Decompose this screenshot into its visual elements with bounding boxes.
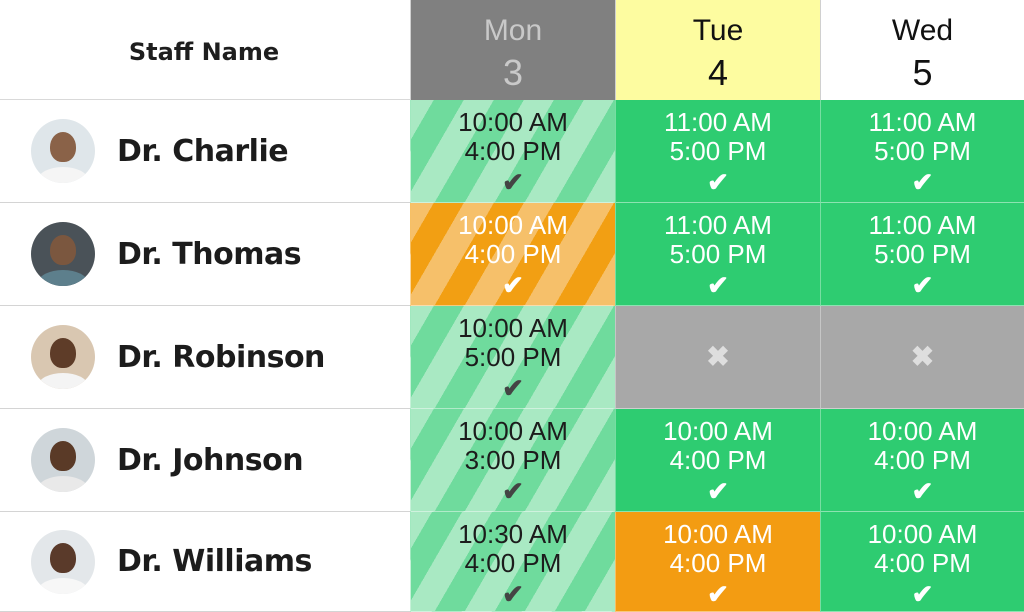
shift-cell[interactable]: 10:00 AM 4:00 PM ✔ (615, 512, 820, 612)
shift-cell[interactable]: 11:00 AM 5:00 PM ✔ (820, 203, 1024, 306)
shift-cell[interactable]: 10:30 AM 4:00 PM ✔ (410, 512, 615, 612)
cross-icon: ✖ (706, 341, 730, 372)
avatar-body (38, 270, 88, 286)
shift-start: 10:00 AM (458, 416, 568, 446)
check-icon: ✔ (911, 579, 934, 609)
staff-row-dr-thomas[interactable]: Dr. Thomas (0, 203, 410, 306)
shift-end: 3:00 PM (464, 445, 562, 475)
shift-end: 4:00 PM (669, 548, 767, 578)
avatar (31, 222, 95, 286)
day-name: Tue (692, 14, 744, 47)
day-number: 3 (502, 52, 524, 93)
shift-start: 11:00 AM (868, 107, 977, 137)
staff-name: Dr. Charlie (117, 133, 289, 169)
shift-start: 10:00 AM (458, 210, 568, 240)
shift-end: 4:00 PM (464, 239, 562, 269)
check-icon: ✔ (502, 270, 524, 300)
avatar-head (50, 441, 76, 471)
avatar (31, 119, 95, 183)
shift-cell[interactable]: 11:00 AM 5:00 PM ✔ (820, 100, 1024, 203)
staff-name: Dr. Robinson (117, 339, 325, 375)
avatar-body (38, 167, 88, 183)
day-header-tue[interactable]: Tue 4 (615, 0, 820, 100)
shift-cell[interactable]: 11:00 AM 5:00 PM ✔ (615, 100, 820, 203)
day-header-mon[interactable]: Mon 3 (410, 0, 615, 100)
avatar (31, 529, 95, 594)
staff-schedule-grid: Staff Name Mon 3 Tue 4 Wed 5 Dr. Charlie… (0, 0, 1024, 612)
shift-end: 4:00 PM (464, 136, 562, 166)
shift-end: 4:00 PM (874, 548, 971, 578)
avatar-body (38, 577, 88, 594)
shift-end: 5:00 PM (669, 239, 767, 269)
shift-end: 5:00 PM (874, 136, 971, 166)
check-icon: ✔ (502, 476, 524, 506)
avatar (31, 325, 95, 389)
check-icon: ✔ (707, 270, 729, 300)
avatar-head (50, 132, 76, 162)
staff-row-dr-williams[interactable]: Dr. Williams (0, 512, 410, 612)
shift-cell[interactable]: 10:00 AM 4:00 PM ✔ (820, 512, 1024, 612)
shift-start: 10:00 AM (663, 416, 773, 446)
shift-cell[interactable]: ✖ (615, 306, 820, 409)
staff-name: Dr. Thomas (117, 236, 302, 272)
shift-start: 10:00 AM (663, 519, 773, 549)
staff-name-header-label: Staff Name (128, 37, 280, 66)
avatar-body (38, 373, 88, 389)
day-number: 5 (912, 52, 933, 93)
shift-start: 10:30 AM (458, 519, 568, 549)
check-icon: ✔ (911, 476, 934, 506)
shift-cell[interactable]: 10:00 AM 3:00 PM ✔ (410, 409, 615, 512)
day-number: 4 (707, 52, 729, 93)
avatar-head (50, 338, 76, 368)
check-icon: ✔ (707, 579, 729, 609)
shift-start: 11:00 AM (868, 210, 977, 240)
shift-cell[interactable]: 10:00 AM 4:00 PM ✔ (615, 409, 820, 512)
staff-name: Dr. Williams (117, 544, 312, 579)
shift-start: 10:00 AM (458, 313, 568, 343)
shift-cell[interactable]: 10:00 AM 4:00 PM ✔ (410, 203, 615, 306)
avatar-head (50, 235, 76, 265)
shift-cell[interactable]: 10:00 AM 4:00 PM ✔ (820, 409, 1024, 512)
day-name: Mon (483, 14, 543, 47)
shift-start: 11:00 AM (664, 210, 772, 240)
shift-start: 10:00 AM (867, 416, 978, 446)
shift-cell[interactable]: ✖ (820, 306, 1024, 409)
avatar (31, 428, 95, 492)
avatar-body (38, 476, 88, 492)
staff-name: Dr. Johnson (117, 442, 304, 478)
staff-row-dr-johnson[interactable]: Dr. Johnson (0, 409, 410, 512)
day-header-wed[interactable]: Wed 5 (820, 0, 1024, 100)
check-icon: ✔ (707, 167, 729, 197)
check-icon: ✔ (502, 373, 524, 403)
shift-cell[interactable]: 10:00 AM 5:00 PM ✔ (410, 306, 615, 409)
shift-start: 10:00 AM (458, 107, 568, 137)
shift-cell[interactable]: 10:00 AM 4:00 PM ✔ (410, 100, 615, 203)
shift-end: 5:00 PM (874, 239, 971, 269)
check-icon: ✔ (707, 476, 729, 506)
staff-row-dr-charlie[interactable]: Dr. Charlie (0, 100, 410, 203)
shift-end: 4:00 PM (464, 548, 562, 578)
shift-cell[interactable]: 11:00 AM 5:00 PM ✔ (615, 203, 820, 306)
shift-start: 10:00 AM (867, 519, 978, 549)
shift-end: 5:00 PM (464, 342, 562, 372)
cross-icon: ✖ (910, 341, 935, 372)
shift-start: 11:00 AM (664, 107, 772, 137)
check-icon: ✔ (911, 167, 934, 197)
day-name: Wed (891, 14, 954, 47)
shift-end: 4:00 PM (874, 445, 971, 475)
shift-end: 4:00 PM (669, 445, 767, 475)
staff-row-dr-robinson[interactable]: Dr. Robinson (0, 306, 410, 409)
staff-name-header: Staff Name (0, 0, 410, 100)
shift-end: 5:00 PM (669, 136, 767, 166)
avatar-head (50, 542, 76, 573)
check-icon: ✔ (911, 270, 934, 300)
check-icon: ✔ (502, 579, 524, 609)
check-icon: ✔ (502, 167, 524, 197)
